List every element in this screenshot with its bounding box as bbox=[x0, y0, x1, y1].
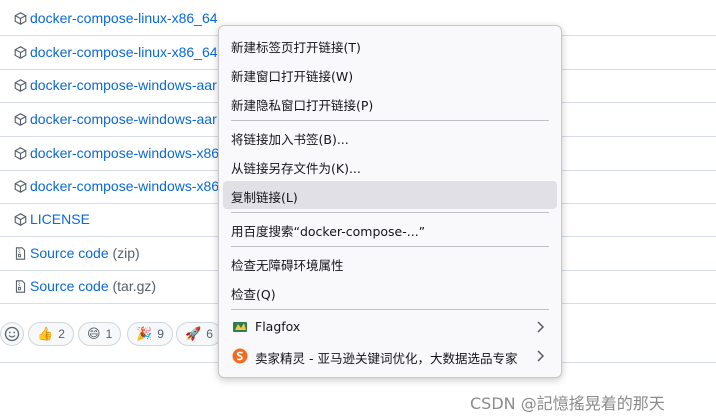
reaction-count: 1 bbox=[105, 327, 113, 341]
asset-link[interactable]: docker-compose-linux-x86_64 bbox=[30, 10, 218, 26]
menu-item-label: 卖家精灵 - 亚马逊关键词优化，大数据选品专家 bbox=[255, 351, 518, 366]
menu-open-in-new-window[interactable]: 新建窗口打开链接(W) bbox=[223, 60, 557, 88]
add-reaction-button[interactable] bbox=[0, 322, 24, 346]
watermark: CSDN @記憶搖晃着的那天 bbox=[470, 394, 665, 413]
flagfox-icon bbox=[233, 322, 247, 332]
menu-inspect[interactable]: 检查(Q) bbox=[223, 278, 557, 306]
menu-flagfox[interactable]: Flagfox bbox=[223, 313, 557, 341]
asset-link[interactable]: Source code (tar.gz) bbox=[30, 278, 156, 294]
menu-item-label: 新建隐私窗口打开链接(P) bbox=[231, 98, 374, 113]
reaction-count: 6 bbox=[206, 327, 213, 341]
menu-separator bbox=[231, 309, 549, 310]
menu-open-in-private-window[interactable]: 新建隐私窗口打开链接(P) bbox=[223, 89, 557, 117]
reaction-hooray[interactable]: 🎉 9 bbox=[127, 322, 173, 346]
menu-item-label: 用百度搜索“docker-compose-...” bbox=[231, 224, 426, 239]
asset-link[interactable]: LICENSE bbox=[30, 211, 90, 227]
file-zip-icon bbox=[15, 247, 26, 260]
package-icon bbox=[14, 213, 27, 226]
package-icon bbox=[14, 12, 27, 25]
menu-bookmark-link[interactable]: 将链接加入书签(B)... bbox=[223, 123, 557, 151]
party-popper-icon: 🎉 bbox=[136, 326, 153, 342]
menu-save-link-as[interactable]: 从链接另存文件为(K)... bbox=[223, 152, 557, 180]
menu-item-label: 将链接加入书签(B)... bbox=[231, 132, 349, 147]
reaction-count: 2 bbox=[58, 327, 65, 341]
menu-item-label: 检查(Q) bbox=[231, 287, 276, 302]
asset-link[interactable]: docker-compose-windows-x86 bbox=[30, 145, 219, 161]
reaction-rocket[interactable]: 🚀 6 bbox=[176, 322, 222, 346]
asset-link[interactable]: docker-compose-windows-x86 bbox=[30, 178, 219, 194]
menu-item-label: 新建标签页打开链接(T) bbox=[231, 40, 361, 55]
menu-separator bbox=[231, 246, 549, 247]
menu-item-label: Flagfox bbox=[255, 319, 301, 334]
asset-format[interactable]: (zip) bbox=[109, 245, 139, 261]
asset-link[interactable]: docker-compose-windows-aar bbox=[30, 111, 217, 127]
asset-format[interactable]: (tar.gz) bbox=[109, 278, 156, 294]
reaction-laugh[interactable]: 😄 1 bbox=[78, 322, 122, 346]
package-icon bbox=[14, 79, 27, 92]
menu-search-baidu[interactable]: 用百度搜索“docker-compose-...” bbox=[223, 215, 557, 243]
menu-item-label: 新建窗口打开链接(W) bbox=[231, 69, 354, 84]
rocket-icon: 🚀 bbox=[185, 326, 202, 342]
asset-link-label[interactable]: Source code bbox=[30, 245, 109, 261]
package-icon bbox=[14, 147, 27, 160]
menu-open-in-new-tab[interactable]: 新建标签页打开链接(T) bbox=[223, 31, 557, 59]
menu-inspect-accessibility[interactable]: 检查无障碍环境属性 bbox=[223, 249, 557, 277]
asset-link[interactable]: Source code (zip) bbox=[30, 245, 140, 261]
reaction-count: 9 bbox=[157, 327, 164, 341]
asset-link[interactable]: docker-compose-windows-aar bbox=[30, 77, 217, 93]
menu-separator bbox=[231, 120, 549, 121]
menu-separator bbox=[231, 212, 549, 213]
chevron-right-icon bbox=[537, 350, 545, 362]
menu-item-label: 检查无障碍环境属性 bbox=[231, 258, 344, 273]
context-menu: 新建标签页打开链接(T) 新建窗口打开链接(W) 新建隐私窗口打开链接(P) 将… bbox=[218, 25, 562, 378]
file-zip-icon bbox=[15, 280, 26, 293]
smiley-icon bbox=[4, 326, 20, 342]
menu-copy-link[interactable]: 复制链接(L) bbox=[223, 181, 557, 209]
package-icon bbox=[14, 180, 27, 193]
laugh-icon: 😄 bbox=[87, 326, 101, 342]
package-icon bbox=[14, 113, 27, 126]
package-icon bbox=[14, 46, 27, 59]
menu-seller-sprite[interactable]: 卖家精灵 - 亚马逊关键词优化，大数据选品专家 bbox=[223, 342, 557, 370]
menu-item-label: 复制链接(L) bbox=[231, 190, 298, 205]
seller-sprite-icon bbox=[232, 348, 248, 364]
asset-link[interactable]: docker-compose-linux-x86_64 bbox=[30, 44, 218, 60]
menu-item-label: 从链接另存文件为(K)... bbox=[231, 161, 361, 176]
reaction-thumbs-up[interactable]: 👍 2 bbox=[28, 322, 74, 346]
chevron-right-icon bbox=[537, 321, 545, 333]
thumbs-up-icon: 👍 bbox=[37, 326, 54, 342]
asset-link-label[interactable]: Source code bbox=[30, 278, 109, 294]
